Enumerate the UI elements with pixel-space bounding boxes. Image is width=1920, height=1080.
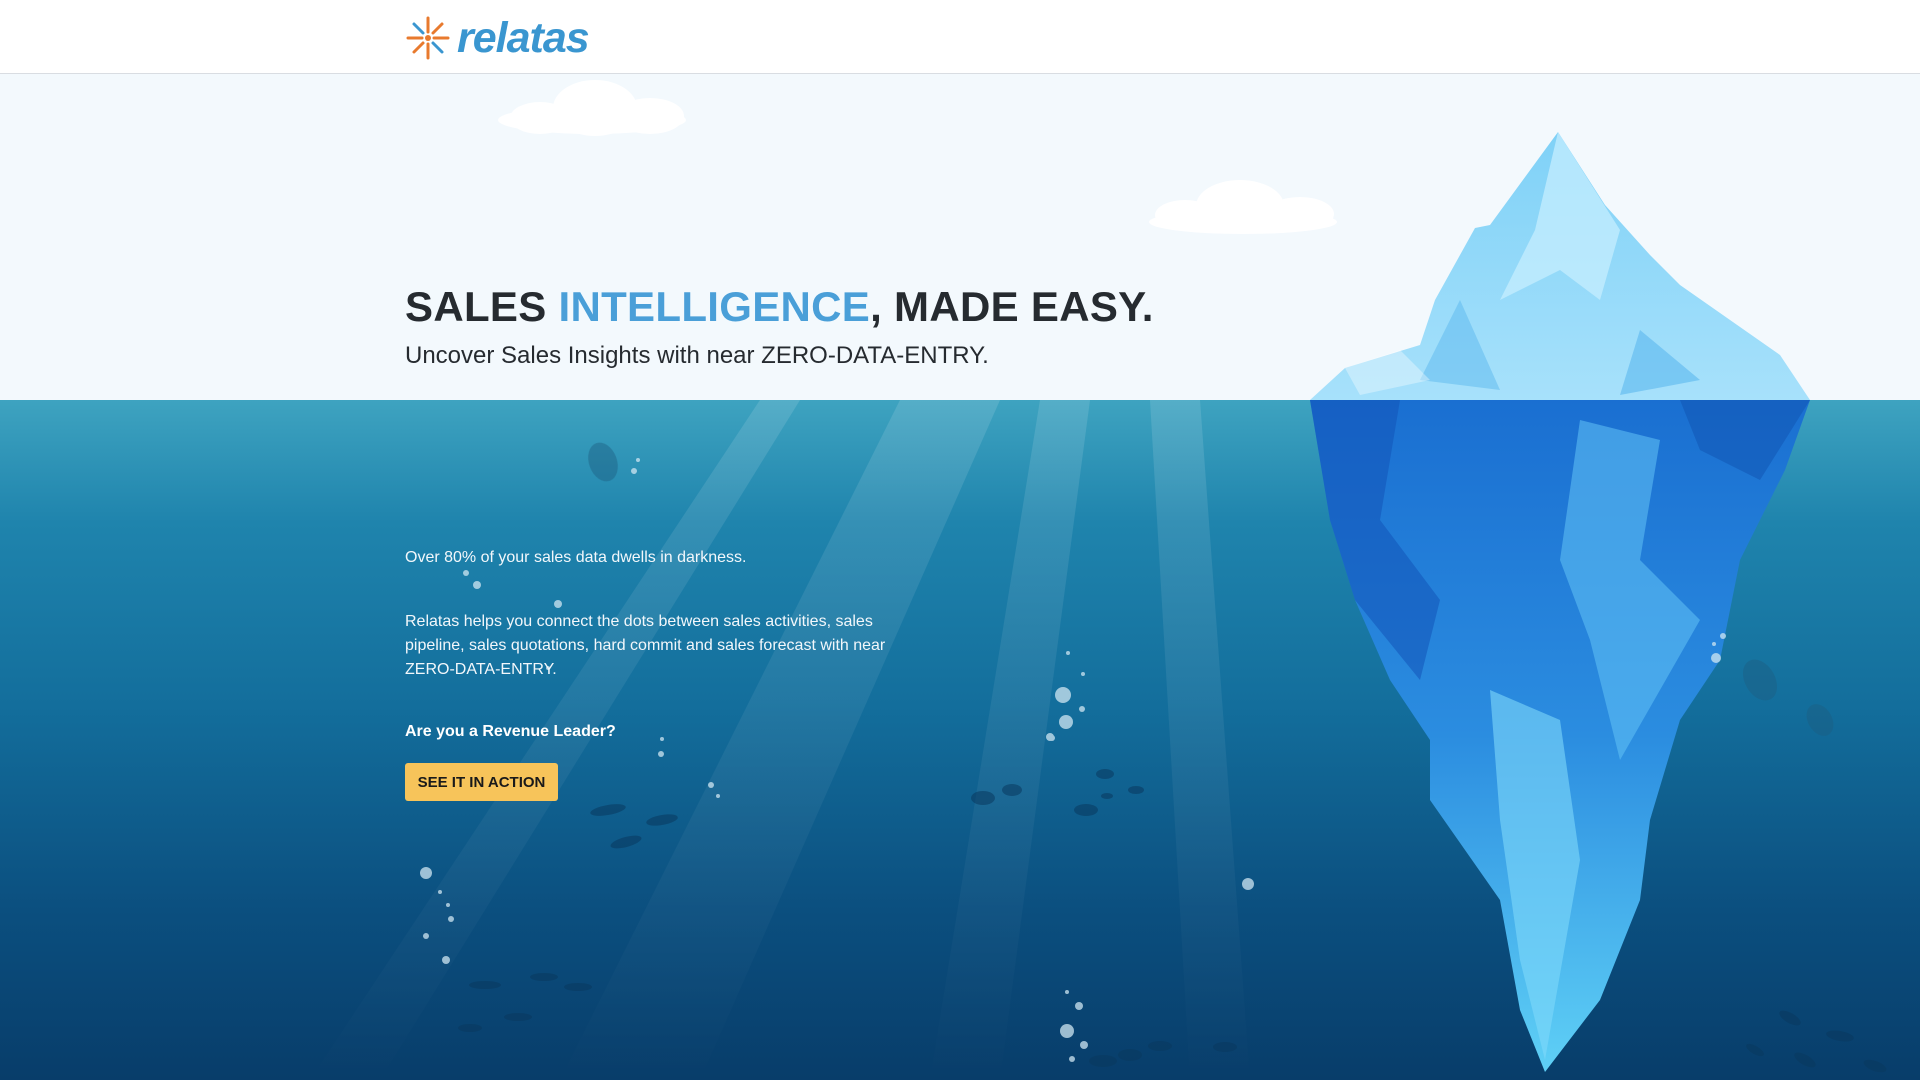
intro-paragraph: Over 80% of your sales data dwells in da… — [405, 549, 747, 566]
site-header: relatas — [0, 0, 1920, 74]
revenue-leader-question: Are you a Revenue Leader? — [405, 723, 616, 740]
sunburst-logo-icon — [406, 16, 450, 60]
description-paragraph: Relatas helps you connect the dots betwe… — [405, 613, 886, 678]
hero-subheadline: Uncover Sales Insights with near ZERO-DA… — [405, 342, 989, 369]
headline-part2: , MADE EASY. — [870, 283, 1154, 330]
headline-accent: INTELLIGENCE — [558, 283, 871, 330]
hero-headline: SALES INTELLIGENCE, MADE EASY. — [405, 283, 1154, 331]
brand-logo[interactable]: relatas — [405, 14, 590, 62]
sea-background — [0, 400, 1920, 1080]
see-it-in-action-button[interactable]: SEE IT IN ACTION — [405, 763, 558, 801]
headline-part1: SALES — [405, 283, 559, 330]
brand-name: relatas — [457, 14, 590, 62]
